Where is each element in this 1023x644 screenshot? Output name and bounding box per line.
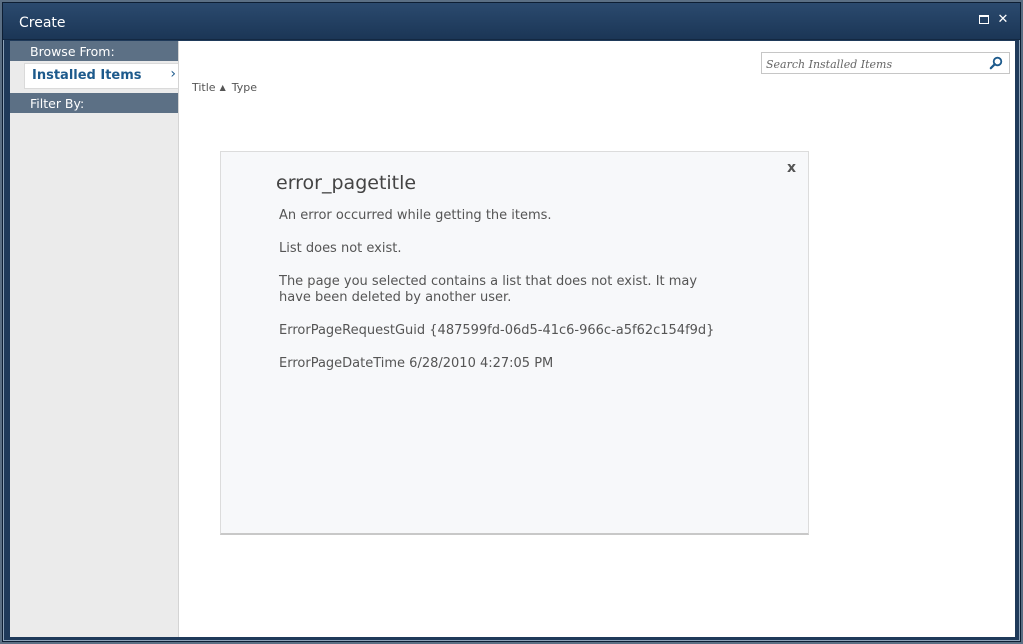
sidebar: Browse From: Installed Items › Filter By… (10, 41, 179, 637)
error-detail: List does not exist. (279, 241, 402, 256)
maximize-icon[interactable] (979, 14, 991, 26)
sidebar-item-installed-items[interactable]: Installed Items › (24, 63, 178, 89)
error-message: An error occurred while getting the item… (279, 208, 552, 223)
error-title: error_pagetitle (276, 172, 417, 194)
dialog-content: Browse From: Installed Items › Filter By… (10, 41, 1015, 637)
sort-bar: Title ▲ Type (192, 81, 257, 94)
error-request-guid: ErrorPageRequestGuid {487599fd-06d5-41c6… (279, 323, 715, 338)
search-icon[interactable] (989, 56, 1003, 70)
error-datetime: ErrorPageDateTime 6/28/2010 4:27:05 PM (279, 356, 554, 371)
error-description: The page you selected contains a list th… (279, 274, 698, 305)
chevron-right-icon: › (170, 66, 176, 82)
main-pane: Title▲ Type x error_pagetitle An error oc… (180, 41, 1015, 637)
error-close-button[interactable]: x (787, 160, 796, 176)
dialog-titlebar: Create ✕ (3, 3, 1020, 40)
sort-title-link[interactable]: Title (192, 81, 216, 94)
search-input[interactable] (762, 54, 982, 75)
sort-type-link[interactable]: Type (232, 81, 257, 94)
error-panel: x error_pagetitle An error occurred whil… (220, 151, 809, 535)
filter-by-header: Filter By: (10, 93, 178, 113)
create-dialog: Create ✕ Browse From: Installed Items › … (2, 2, 1021, 642)
error-body: An error occurred while getting the item… (279, 208, 719, 389)
sidebar-item-label: Installed Items (32, 68, 142, 83)
close-icon[interactable]: ✕ (997, 13, 1009, 26)
browse-from-header: Browse From: (10, 41, 178, 61)
search-box (761, 52, 1010, 75)
sort-ascending-icon: ▲ (219, 83, 226, 92)
dialog-title: Create (19, 15, 66, 31)
